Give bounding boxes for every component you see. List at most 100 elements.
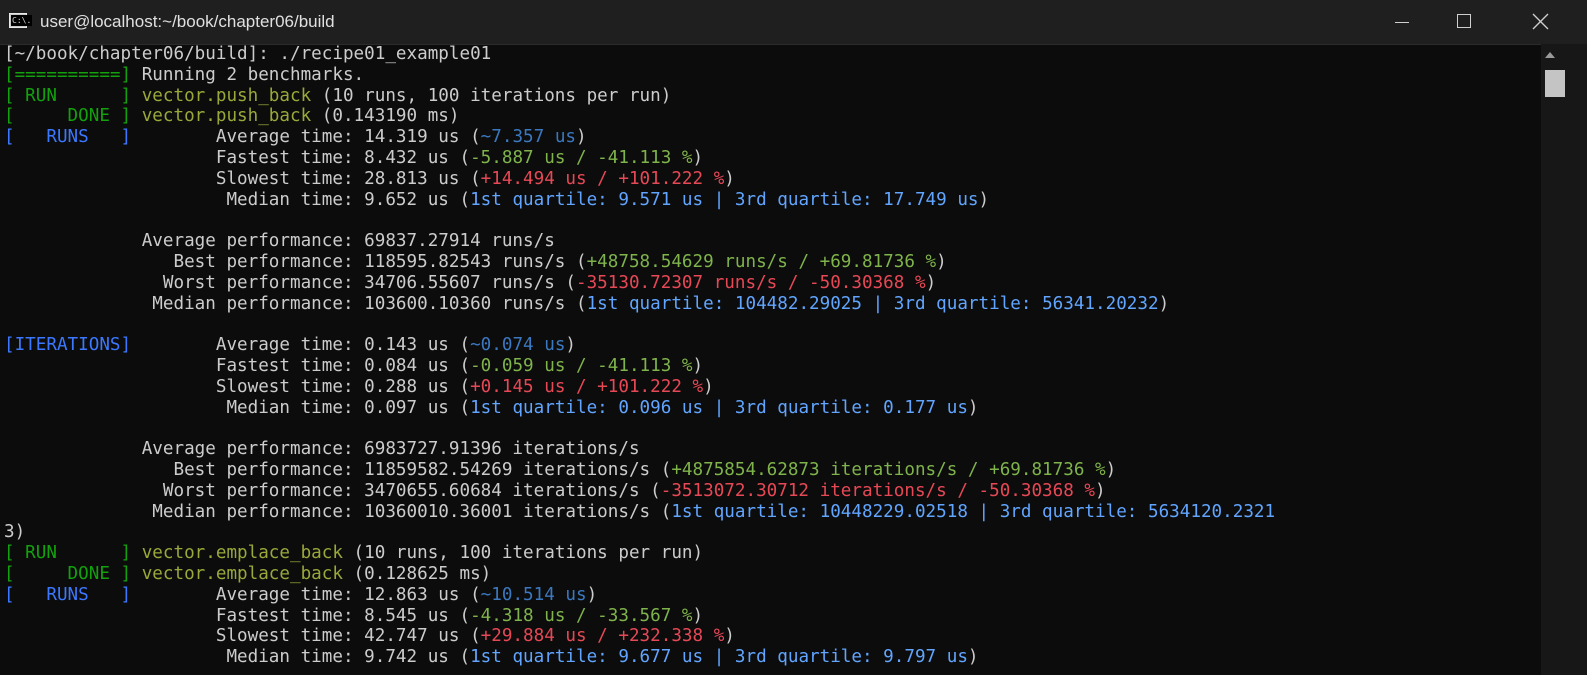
terminal-segment: Average performance: 69837.27914 runs/s <box>4 231 555 252</box>
terminal-line: 3) <box>4 522 1275 543</box>
minimize-button[interactable] <box>1371 0 1433 44</box>
terminal-segment: ) <box>936 251 947 272</box>
terminal-segment: ) <box>703 376 714 397</box>
console-icon[interactable]: C:\. <box>9 13 33 28</box>
terminal-segment: [ RUNS ] <box>4 127 132 148</box>
scroll-up-arrow-icon[interactable] <box>1545 52 1555 58</box>
terminal-segment: Median time: 0.097 us ( <box>4 397 471 418</box>
maximize-button[interactable] <box>1433 0 1495 44</box>
terminal-segment: Worst performance: 3470655.60684 iterati… <box>4 480 661 501</box>
terminal-line: Fastest time: 8.432 us (-5.887 us / -41.… <box>4 148 1275 169</box>
terminal-segment: ) <box>925 272 937 293</box>
terminal-segment: Median time: 9.652 us ( <box>4 189 471 210</box>
terminal-segment: ) <box>724 168 735 189</box>
terminal-segment: [ RUN ] <box>4 543 132 564</box>
terminal-segment: Median time: 9.742 us ( <box>4 647 471 668</box>
terminal-segment: ) <box>1158 293 1170 314</box>
terminal-segment: Fastest time: 8.545 us ( <box>4 605 471 626</box>
terminal-segment: vector.push_back <box>141 106 312 127</box>
terminal-segment: ) <box>1095 480 1106 501</box>
terminal-segment: Average performance: 6983727.91396 itera… <box>4 439 640 460</box>
terminal-line: [ DONE ] vector.push_back (0.143190 ms) <box>4 106 1275 127</box>
maximize-icon <box>1457 14 1471 28</box>
terminal-segment: ~0.074 us <box>470 335 566 356</box>
terminal-segment: Slowest time: 28.813 us ( <box>4 168 481 189</box>
minimize-icon <box>1395 22 1409 23</box>
terminal-line: [ RUN ] vector.push_back (10 runs, 100 i… <box>4 86 1275 107</box>
close-icon <box>1532 13 1549 30</box>
console-icon-text: C:\. <box>11 15 33 26</box>
close-button[interactable] <box>1495 0 1587 44</box>
terminal-text: [~/book/chapter06/build]: ./recipe01_exa… <box>4 44 1275 668</box>
terminal-segment: [ RUN ] <box>4 85 132 106</box>
terminal-segment: -35130.72307 runs/s / -50.30368 % <box>576 272 926 293</box>
terminal-segment: [~/book/chapter06/build]: ./recipe01_exa… <box>4 44 492 64</box>
terminal-segment: Average time: 12.863 us ( <box>131 584 481 605</box>
terminal-segment <box>131 564 142 584</box>
terminal-line: [ RUNS ] Average time: 14.319 us (~7.357… <box>4 127 1275 148</box>
terminal-segment: vector.emplace_back <box>141 543 343 564</box>
terminal-line: Average performance: 6983727.91396 itera… <box>4 439 1275 460</box>
terminal-segment: [ RUNS ] <box>4 584 132 605</box>
terminal-segment: vector.push_back <box>141 85 312 106</box>
terminal-segment: Average time: 0.143 us ( <box>131 335 471 356</box>
terminal-segment: 1st quartile: 10448229.02518 | 3rd quart… <box>671 501 1276 522</box>
terminal-segment: ) <box>724 626 735 647</box>
terminal-segment: Fastest time: 0.084 us ( <box>4 355 471 376</box>
terminal-segment: Slowest time: 0.288 us ( <box>4 376 471 397</box>
terminal-line: [ DONE ] vector.emplace_back (0.128625 m… <box>4 564 1275 585</box>
terminal-line: [ RUNS ] Average time: 12.863 us (~10.51… <box>4 585 1275 606</box>
terminal-line: Best performance: 118595.82543 runs/s (+… <box>4 252 1275 273</box>
terminal-segment: ) <box>692 355 704 376</box>
terminal-line: Slowest time: 42.747 us (+29.884 us / +2… <box>4 626 1275 647</box>
terminal-segment: -0.059 us / -41.113 % <box>470 355 693 376</box>
terminal-segment: +0.145 us / +101.222 % <box>470 376 704 397</box>
terminal-segment: -5.887 us / -41.113 % <box>470 147 693 168</box>
terminal-line: [==========] Running 2 benchmarks. <box>4 65 1275 86</box>
terminal-segment: -4.318 us / -33.567 % <box>470 605 693 626</box>
terminal-segment: -3513072.30712 iterations/s / -50.30368 … <box>660 480 1096 501</box>
terminal-line: Worst performance: 3470655.60684 iterati… <box>4 481 1275 502</box>
terminal-line: Median performance: 103600.10360 runs/s … <box>4 294 1275 315</box>
terminal-segment: 1st quartile: 104482.29025 | 3rd quartil… <box>586 293 1159 314</box>
terminal-segment: 3) <box>4 522 26 543</box>
terminal-segment: Fastest time: 8.432 us ( <box>4 147 471 168</box>
terminal-line: Median performance: 10360010.36001 itera… <box>4 502 1275 523</box>
terminal-segment <box>131 106 142 126</box>
terminal-line: Slowest time: 28.813 us (+14.494 us / +1… <box>4 169 1275 190</box>
terminal-segment: 1st quartile: 9.571 us | 3rd quartile: 1… <box>470 189 979 210</box>
terminal-segment: Best performance: 118595.82543 runs/s ( <box>4 251 587 272</box>
terminal-line: Median time: 0.097 us (1st quartile: 0.0… <box>4 398 1275 419</box>
vertical-scrollbar[interactable] <box>1541 44 1587 675</box>
terminal-segment: [ITERATIONS] <box>4 335 132 356</box>
terminal-segment: Slowest time: 42.747 us ( <box>4 626 481 647</box>
scrollbar-thumb[interactable] <box>1545 70 1565 97</box>
terminal-line: Slowest time: 0.288 us (+0.145 us / +101… <box>4 377 1275 398</box>
terminal-segment: Best performance: 11859582.54269 iterati… <box>4 459 672 480</box>
terminal-segment: +4875854.62873 iterations/s / +69.81736 … <box>671 459 1106 480</box>
terminal-segment: [ DONE ] <box>4 563 132 584</box>
terminal-segment: vector.emplace_back <box>141 563 343 584</box>
terminal-line: Median time: 9.652 us (1st quartile: 9.5… <box>4 190 1275 211</box>
terminal-segment: ~10.514 us <box>480 584 587 605</box>
terminal-output[interactable]: [~/book/chapter06/build]: ./recipe01_exa… <box>0 44 1541 675</box>
terminal-line: Fastest time: 0.084 us (-0.059 us / -41.… <box>4 356 1275 377</box>
terminal-segment: +48758.54629 runs/s / +69.81736 % <box>586 251 937 272</box>
terminal-segment: ) <box>978 189 990 210</box>
terminal-segment: 1st quartile: 0.096 us | 3rd quartile: 0… <box>470 397 968 418</box>
terminal-line: Fastest time: 8.545 us (-4.318 us / -33.… <box>4 606 1275 627</box>
terminal-line: [ RUN ] vector.emplace_back (10 runs, 10… <box>4 543 1275 564</box>
terminal-segment: ) <box>576 127 587 148</box>
terminal-segment: ) <box>1105 459 1117 480</box>
terminal-segment: ) <box>692 147 704 168</box>
terminal-segment: Running 2 benchmarks. <box>131 64 365 85</box>
terminal-segment: (10 runs, 100 iterations per run) <box>311 85 672 106</box>
title-bar: C:\. user@localhost:~/book/chapter06/bui… <box>0 0 1587 45</box>
terminal-segment: (10 runs, 100 iterations per run) <box>342 543 704 564</box>
terminal-segment: ) <box>967 397 979 418</box>
terminal-segment <box>131 543 142 563</box>
terminal-segment: +29.884 us / +232.338 % <box>480 626 725 647</box>
terminal-line: Worst performance: 34706.55607 runs/s (-… <box>4 273 1275 294</box>
